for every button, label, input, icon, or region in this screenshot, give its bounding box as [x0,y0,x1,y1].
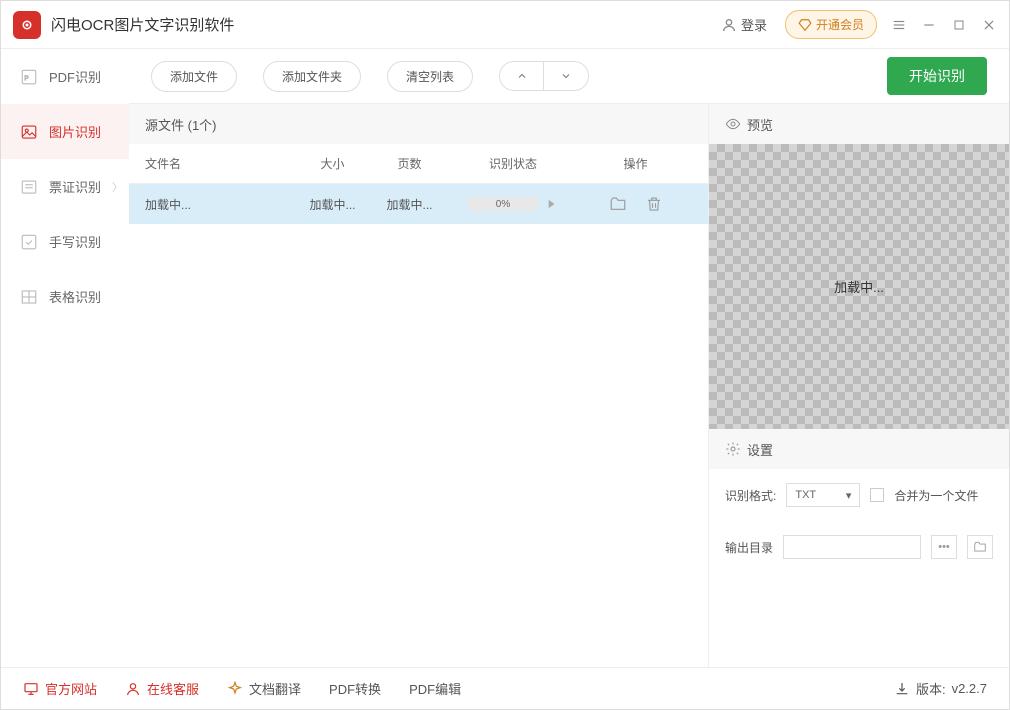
footer: 官方网站 在线客服 文档翻译 PDF转换 PDF编辑 版本: v2.2.7 [1,667,1009,709]
add-folder-button[interactable]: 添加文件夹 [263,61,361,92]
chevron-down-icon: ▾ [846,489,852,502]
headset-icon [125,681,141,697]
eye-icon [725,116,741,132]
output-path-input[interactable] [783,535,921,559]
footer-website[interactable]: 官方网站 [23,679,97,698]
cell-ops [578,195,693,213]
file-list-area: 源文件 (1个) 文件名 大小 页数 识别状态 操作 加载中... 加载中...… [129,104,709,667]
reorder-group [499,61,589,91]
col-status: 识别状态 [448,155,578,172]
diamond-icon [798,18,812,32]
chevron-right-icon: 〉 [112,179,123,195]
download-icon [894,681,910,697]
pdf-icon: P [19,67,39,87]
sidebar: P PDF识别 图片识别 票证识别 〉 手写识别 表格识别 [1,49,129,667]
table-header: 文件名 大小 页数 识别状态 操作 [129,144,708,184]
delete-icon[interactable] [645,195,663,213]
table-icon [19,287,39,307]
format-select[interactable]: TXT ▾ [786,483,860,507]
preview-loading-text: 加载中... [834,277,884,296]
user-icon [721,17,737,33]
handwriting-icon [19,232,39,252]
move-up-button[interactable] [500,62,544,90]
close-button[interactable] [981,17,997,33]
cell-filename: 加载中... [129,196,294,213]
table-row[interactable]: 加载中... 加载中... 加载中... 0% [129,184,708,224]
preview-header: 预览 [709,104,1009,144]
right-panel: 预览 加载中... 设置 识别格式: TXT [709,104,1009,667]
chevron-up-icon [516,70,528,82]
menu-button[interactable] [891,17,907,33]
chevron-down-icon [560,70,572,82]
progress-bar: 0% [468,197,538,211]
gear-icon [725,441,741,457]
move-down-button[interactable] [544,62,588,90]
app-logo [13,11,41,39]
open-folder-icon[interactable] [609,195,627,213]
cell-pages: 加载中... [371,196,448,213]
svg-text:P: P [25,76,29,82]
browse-button[interactable]: ••• [931,535,957,559]
login-button[interactable]: 登录 [709,11,779,38]
clear-list-button[interactable]: 清空列表 [387,61,473,92]
footer-version[interactable]: 版本: v2.2.7 [894,679,987,698]
minimize-icon [922,18,936,32]
output-label: 输出目录 [725,539,773,556]
add-file-button[interactable]: 添加文件 [151,61,237,92]
sidebar-item-ticket[interactable]: 票证识别 〉 [1,159,129,214]
sidebar-item-handwriting[interactable]: 手写识别 [1,214,129,269]
vip-button[interactable]: 开通会员 [785,10,877,39]
col-filename: 文件名 [129,155,294,172]
maximize-icon [953,19,965,31]
source-files-header: 源文件 (1个) [129,104,708,144]
preview-canvas: 加载中... [709,144,1009,429]
col-pages: 页数 [371,155,448,172]
merge-checkbox[interactable] [870,488,884,502]
footer-pdf-convert[interactable]: PDF转换 [329,679,381,698]
footer-support[interactable]: 在线客服 [125,679,199,698]
format-label: 识别格式: [725,487,776,504]
image-icon [19,122,39,142]
titlebar: 闪电OCR图片文字识别软件 登录 开通会员 [1,1,1009,49]
sidebar-item-image[interactable]: 图片识别 [1,104,129,159]
minimize-button[interactable] [921,17,937,33]
sparkle-icon [227,681,243,697]
close-icon [982,18,996,32]
maximize-button[interactable] [951,17,967,33]
play-icon[interactable] [544,197,558,211]
menu-icon [892,18,906,32]
cell-status: 0% [448,197,578,211]
cell-size: 加载中... [294,196,371,213]
footer-translate[interactable]: 文档翻译 [227,679,301,698]
settings-header: 设置 [709,429,1009,469]
sidebar-item-pdf[interactable]: P PDF识别 [1,49,129,104]
merge-label: 合并为一个文件 [894,487,978,504]
folder-icon [973,540,987,554]
ticket-icon [19,177,39,197]
app-title: 闪电OCR图片文字识别软件 [51,14,709,35]
toolbar: 添加文件 添加文件夹 清空列表 开始识别 [129,49,1009,104]
col-ops: 操作 [578,155,693,172]
start-recognition-button[interactable]: 开始识别 [887,57,987,95]
sidebar-item-table[interactable]: 表格识别 [1,269,129,324]
col-size: 大小 [294,155,371,172]
open-output-folder-button[interactable] [967,535,993,559]
footer-pdf-edit[interactable]: PDF编辑 [409,679,461,698]
monitor-icon [23,681,39,697]
